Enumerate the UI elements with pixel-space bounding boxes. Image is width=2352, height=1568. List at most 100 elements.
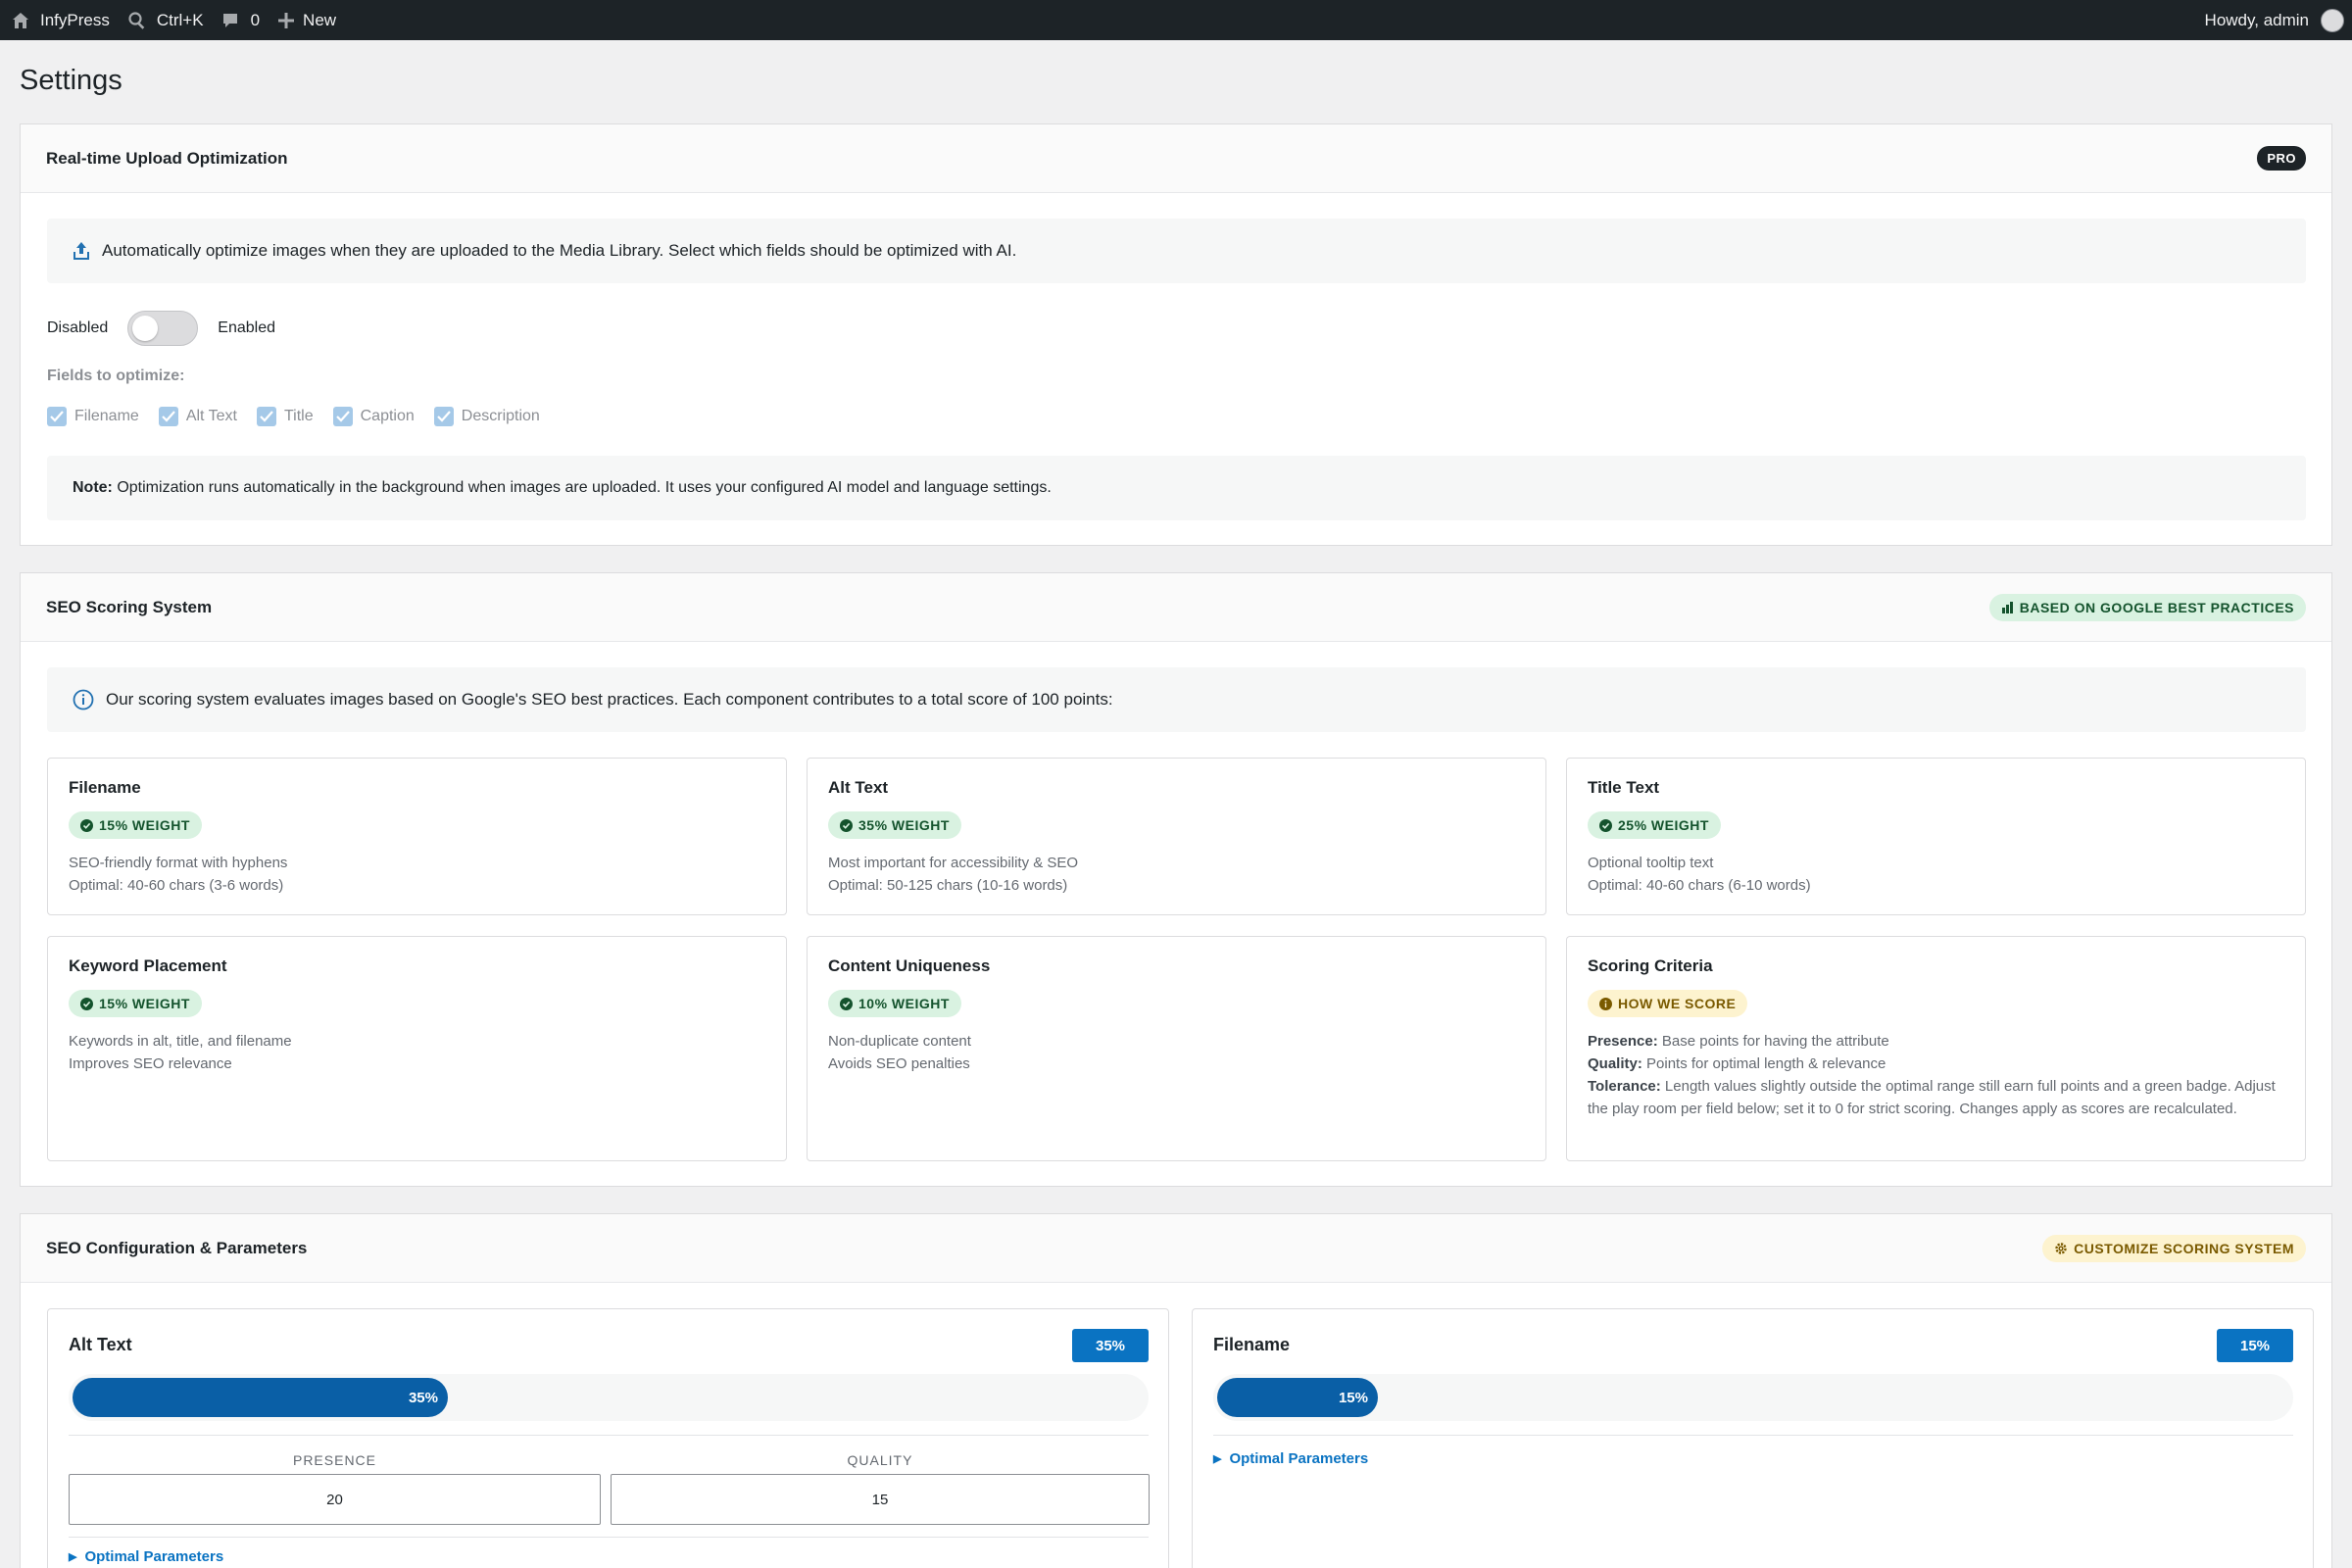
field-checkbox-alt-text[interactable]: Alt Text [158, 407, 237, 426]
pro-badge: PRO [2257, 146, 2306, 171]
search-icon [127, 11, 147, 30]
google-practices-badge: BASED ON GOOGLE BEST PRACTICES [1988, 593, 2306, 621]
score-card-description: SEO-friendly format with hyphens Optimal:… [69, 852, 765, 897]
filename-weight-fill[interactable]: 15% [1217, 1378, 1378, 1417]
new-content-link[interactable]: New [269, 0, 345, 40]
score-card-keyword-placement: Keyword Placement 15% WEIGHT Keywords in… [47, 936, 787, 1161]
weight-badge: 10% WEIGHT [828, 990, 961, 1017]
score-card-description: Keywords in alt, title, and filename Impr… [69, 1030, 765, 1075]
quality-label: QUALITY [847, 1452, 913, 1468]
page-title: Settings [20, 65, 122, 96]
filename-weight-badge: 15% [2217, 1329, 2293, 1362]
comment-icon [221, 12, 239, 29]
score-card-line: SEO-friendly format with hyphens [69, 855, 288, 871]
howdy-greeting[interactable]: Howdy, admin [2205, 11, 2309, 30]
fields-checkbox-group: Filename Alt Text Title Caption Descript… [47, 407, 560, 426]
seo-config-panel: SEO Configuration & Parameters CUSTOMIZE… [20, 1213, 2332, 1568]
score-card-title: Keyword Placement [69, 956, 227, 975]
field-checkbox-title[interactable]: Title [256, 407, 314, 426]
alt-text-config-title: Alt Text [69, 1335, 132, 1354]
home-icon [11, 11, 30, 30]
weight-badge-label: 25% WEIGHT [1618, 817, 1709, 833]
gear-icon [2054, 1242, 2068, 1255]
scoring-info-box: Our scoring system evaluates images base… [47, 667, 2306, 732]
upload-info-text: Automatically optimize images when they … [102, 241, 1017, 260]
weight-badge: 35% WEIGHT [828, 811, 961, 839]
checkbox-checked-icon[interactable] [433, 407, 454, 426]
note-text: Optimization runs automatically in the b… [112, 479, 1052, 496]
search-shortcut: Ctrl+K [156, 10, 204, 29]
score-card-line: Improves SEO relevance [69, 1055, 232, 1072]
upload-icon [73, 241, 102, 261]
alt-text-optimal-parameters-toggle[interactable]: ▶ Optimal Parameters [69, 1548, 223, 1565]
upload-info-box: Automatically optimize images when they … [47, 219, 2306, 283]
weight-badge-label: 10% WEIGHT [858, 996, 950, 1011]
checkbox-checked-icon[interactable] [47, 407, 67, 426]
upload-optimization-panel: Real-time Upload Optimization PRO Automa… [20, 123, 2332, 546]
divider [1213, 1435, 2293, 1436]
check-circle-icon [1599, 818, 1612, 832]
field-checkbox-description[interactable]: Description [433, 407, 540, 426]
site-name: InfyPress [40, 10, 110, 29]
admin-bar-left: InfyPress Ctrl+K 0 New [0, 0, 345, 40]
comments-link[interactable]: 0 [213, 0, 269, 40]
criteria-quality: Quality: Points for optimal length & rel… [1588, 1053, 2284, 1075]
criteria-quality-label: Quality: [1588, 1055, 1642, 1072]
quality-input[interactable]: 15 [611, 1474, 1150, 1525]
weight-badge: 25% WEIGHT [1588, 811, 1721, 839]
alt-text-weight-slider[interactable]: 35% [69, 1374, 1149, 1421]
comments-count: 0 [250, 10, 261, 29]
criteria-presence-label: Presence: [1588, 1033, 1658, 1050]
score-card-line: Non-duplicate content [828, 1033, 971, 1050]
auto-optimize-toggle[interactable] [127, 311, 199, 346]
seo-config-title: SEO Configuration & Parameters [46, 1238, 308, 1257]
criteria-tolerance-label: Tolerance: [1588, 1078, 1661, 1095]
alt-text-weight-badge: 35% [1072, 1329, 1149, 1362]
checkbox-checked-icon[interactable] [158, 407, 178, 426]
upload-note-box: Note: Optimization runs automatically in… [47, 456, 2306, 520]
field-checkbox-caption[interactable]: Caption [332, 407, 415, 426]
checkbox-checked-icon[interactable] [256, 407, 276, 426]
caret-right-icon: ▶ [1213, 1453, 1222, 1465]
score-card-content-uniqueness: Content Uniqueness 10% WEIGHT Non-duplic… [807, 936, 1546, 1161]
check-circle-icon [80, 997, 93, 1010]
field-label-description: Description [461, 408, 540, 424]
how-we-score-badge-label: HOW WE SCORE [1618, 996, 1737, 1011]
avatar[interactable] [2321, 8, 2344, 32]
optimal-parameters-label: Optimal Parameters [84, 1548, 224, 1565]
divider [69, 1537, 1149, 1538]
alt-text-weight-fill[interactable]: 35% [73, 1378, 448, 1417]
search-link[interactable]: Ctrl+K [119, 0, 213, 40]
filename-config-card: Filename 15% 15% ▶ Optimal Parameters [1192, 1308, 2314, 1568]
score-card-title: Alt Text [828, 778, 889, 797]
filename-weight-slider[interactable]: 15% [1213, 1374, 2293, 1421]
new-label: New [303, 10, 337, 29]
score-card-alt-text: Alt Text 35% WEIGHT Most important for a… [807, 758, 1546, 915]
score-card-filename: Filename 15% WEIGHT SEO-friendly format … [47, 758, 787, 915]
how-we-score-badge: HOW WE SCORE [1588, 990, 1748, 1017]
check-circle-icon [840, 818, 853, 832]
score-card-title: Filename [69, 778, 141, 797]
seo-scoring-panel: SEO Scoring System BASED ON GOOGLE BEST … [20, 572, 2332, 1187]
site-name-link[interactable]: InfyPress [2, 0, 119, 40]
seo-scoring-header: SEO Scoring System BASED ON GOOGLE BEST … [21, 573, 2331, 642]
upload-optimization-header: Real-time Upload Optimization PRO [21, 124, 2331, 193]
score-card-line: Optional tooltip text [1588, 855, 1714, 871]
field-label-title: Title [283, 408, 314, 424]
score-card-line: Optimal: 40-60 chars (3-6 words) [69, 877, 284, 894]
filename-optimal-parameters-toggle[interactable]: ▶ Optimal Parameters [1213, 1450, 1368, 1467]
score-card-line: Most important for accessibility & SEO [828, 855, 1079, 871]
fields-to-optimize-label: Fields to optimize: [47, 368, 185, 384]
weight-badge-label: 35% WEIGHT [858, 817, 950, 833]
admin-bar-right[interactable]: Howdy, admin [2205, 8, 2352, 32]
customize-scoring-badge-label: CUSTOMIZE SCORING SYSTEM [2074, 1240, 2294, 1256]
score-card-title-text: Title Text 25% WEIGHT Optional tooltip t… [1566, 758, 2306, 915]
presence-input[interactable]: 20 [69, 1474, 601, 1525]
score-card-description: Non-duplicate content Avoids SEO penaltie… [828, 1030, 1525, 1075]
checkbox-checked-icon[interactable] [332, 407, 353, 426]
seo-scoring-title: SEO Scoring System [46, 597, 213, 616]
field-checkbox-filename[interactable]: Filename [47, 407, 139, 426]
scoring-criteria-card: Scoring Criteria HOW WE SCORE Presence: … [1566, 936, 2306, 1161]
toggle-enabled-label: Enabled [218, 319, 275, 336]
scoring-criteria-description: Presence: Base points for having the att… [1588, 1030, 2284, 1120]
